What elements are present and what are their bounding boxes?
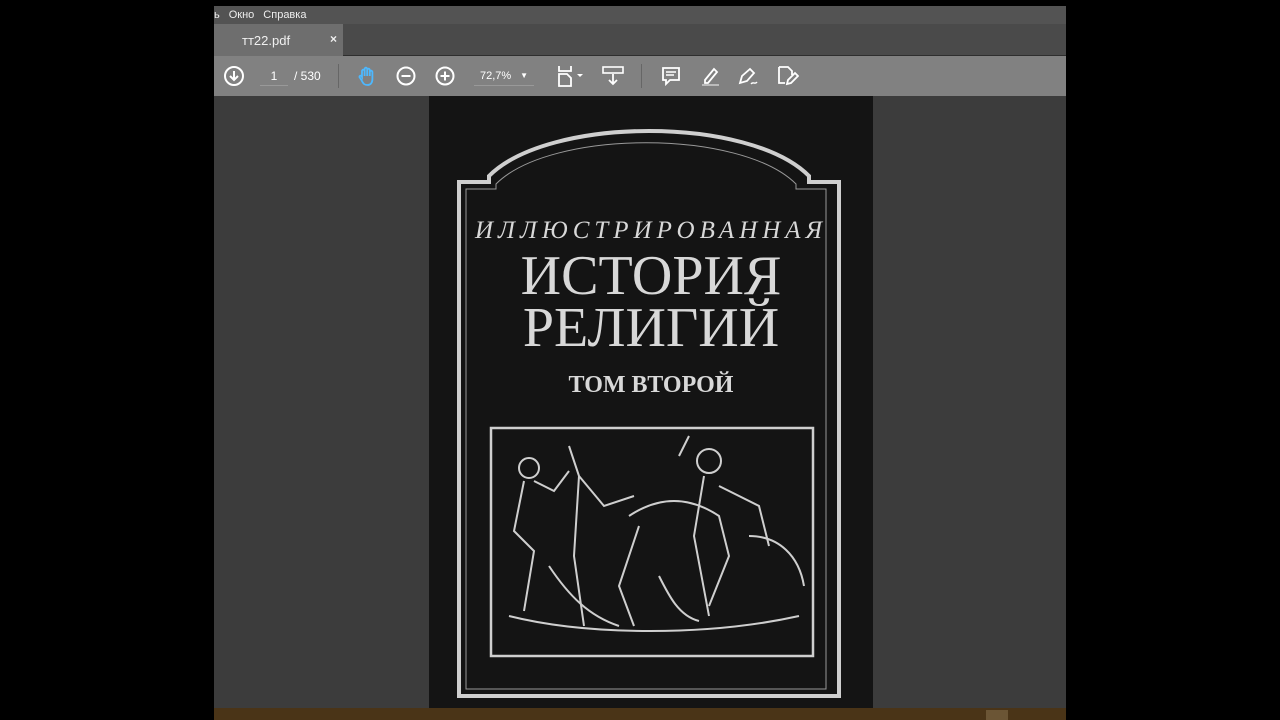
close-icon[interactable]: × <box>330 32 337 46</box>
page-total: / 530 <box>294 69 321 83</box>
scroll-mode-icon[interactable] <box>601 64 625 88</box>
chevron-down-icon: ▼ <box>520 71 528 80</box>
zoom-in-icon[interactable] <box>433 64 457 88</box>
divider <box>641 64 642 88</box>
pdf-viewer-window: ь Окно Справка тт22.pdf × 1 / 530 72,7% ▼… <box>214 6 1066 720</box>
draw-icon[interactable] <box>736 64 760 88</box>
download-icon[interactable] <box>222 64 246 88</box>
hand-tool-icon[interactable] <box>355 64 379 88</box>
zoom-dropdown[interactable]: 72,7% ▼ <box>474 66 534 86</box>
comment-icon[interactable] <box>659 64 683 88</box>
book-cover: ИЛЛЮСТРИРОВАННАЯ ИСТОРИЯ РЕЛИГИЙ ТОМ ВТО… <box>457 129 841 698</box>
taskbar-button[interactable] <box>986 710 1008 720</box>
cover-line-4: ТОМ ВТОРОЙ <box>569 372 734 398</box>
divider <box>338 64 339 88</box>
menu-item-window[interactable]: Окно <box>229 9 255 21</box>
cover-line-3: РЕЛИГИЙ <box>523 297 779 359</box>
zoom-value: 72,7% <box>480 70 512 82</box>
menu-item-help[interactable]: Справка <box>263 9 306 21</box>
toolbar: 1 / 530 72,7% ▼ <box>214 56 1066 96</box>
menu-item-partial[interactable]: ь <box>214 9 220 21</box>
zoom-out-icon[interactable] <box>394 64 418 88</box>
taskbar-strip <box>214 708 1066 720</box>
fit-page-icon[interactable] <box>554 64 588 88</box>
cover-illustration <box>508 435 805 632</box>
document-area[interactable]: ИЛЛЮСТРИРОВАННАЯ ИСТОРИЯ РЕЛИГИЙ ТОМ ВТО… <box>214 96 1066 708</box>
cover-line-1: ИЛЛЮСТРИРОВАННАЯ <box>474 217 827 244</box>
page-number-input[interactable]: 1 <box>260 66 288 86</box>
fill-sign-icon[interactable] <box>775 64 799 88</box>
tab-title: тт22.pdf <box>242 32 291 48</box>
highlight-icon[interactable] <box>698 64 722 88</box>
menu-bar: ь Окно Справка <box>214 6 1066 24</box>
tab-document[interactable]: тт22.pdf × <box>214 24 343 56</box>
tab-bar: тт22.pdf × <box>214 24 1066 56</box>
pdf-page: ИЛЛЮСТРИРОВАННАЯ ИСТОРИЯ РЕЛИГИЙ ТОМ ВТО… <box>429 96 873 708</box>
